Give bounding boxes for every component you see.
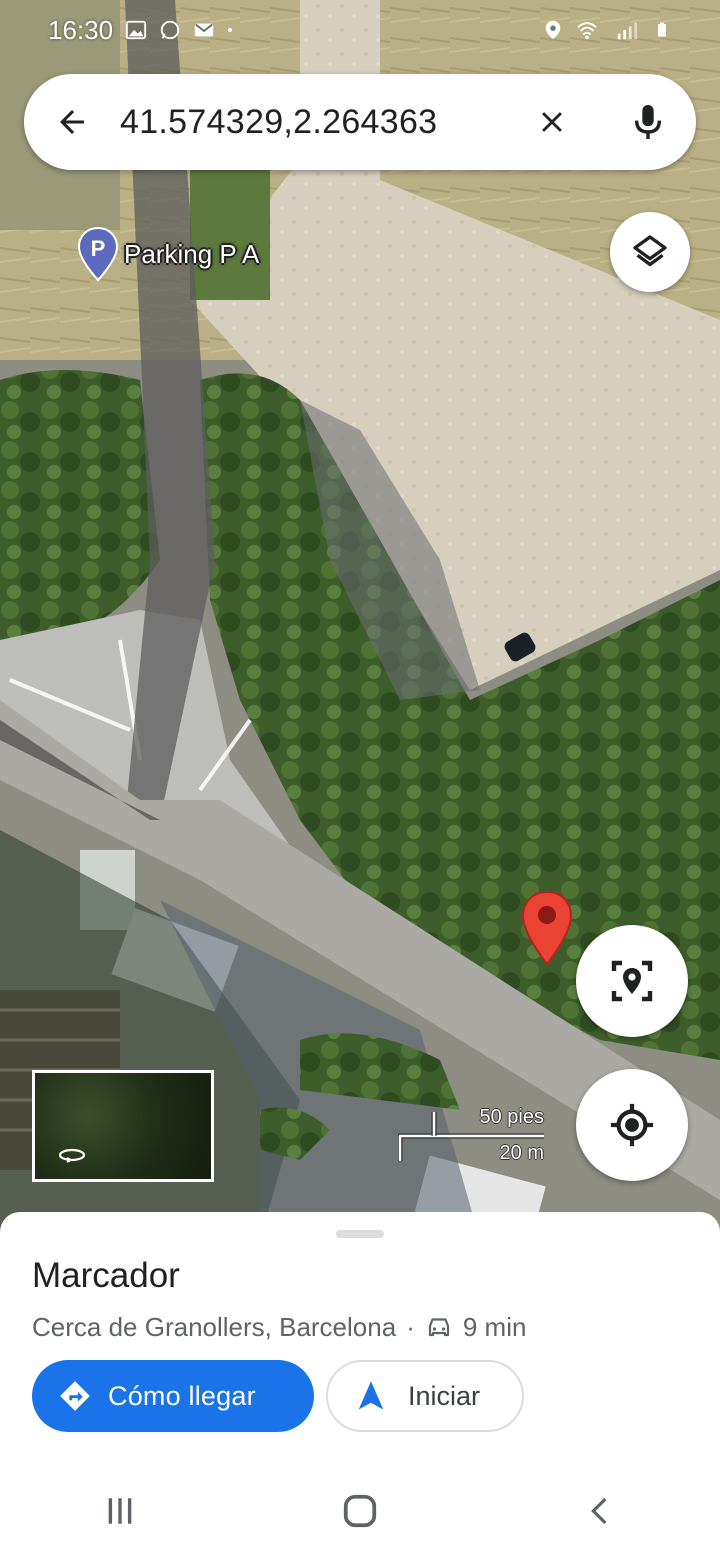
pin-location-icon bbox=[611, 960, 653, 1002]
signal-icon bbox=[617, 22, 638, 40]
satellite-map[interactable] bbox=[0, 0, 720, 1240]
pin-location-button[interactable] bbox=[576, 925, 688, 1037]
travel-time: 9 min bbox=[462, 1312, 527, 1342]
home-button[interactable] bbox=[320, 1471, 400, 1551]
place-subtitle: Cerca de Granollers, Barcelona bbox=[32, 1312, 397, 1342]
wifi-icon bbox=[577, 22, 597, 40]
start-label: Iniciar bbox=[408, 1380, 481, 1411]
start-button[interactable]: Iniciar bbox=[326, 1360, 524, 1432]
parking-poi[interactable]: P Parking P A bbox=[76, 226, 259, 282]
my-location-button[interactable] bbox=[576, 1069, 688, 1181]
place-subtitle-row: Cerca de Granollers, Barcelona · 9 min bbox=[32, 1312, 526, 1343]
location-icon bbox=[545, 20, 561, 40]
clear-button[interactable] bbox=[504, 74, 600, 170]
place-title: Marcador bbox=[32, 1256, 180, 1295]
red-pin-icon bbox=[521, 890, 573, 966]
rotate-360-icon bbox=[58, 1148, 86, 1163]
gallery-icon bbox=[125, 20, 147, 40]
directions-button[interactable]: Cómo llegar bbox=[32, 1360, 314, 1432]
system-nav-bar bbox=[0, 1462, 720, 1560]
battery-icon bbox=[658, 22, 666, 37]
separator: · bbox=[406, 1312, 415, 1342]
microphone-icon bbox=[634, 105, 662, 139]
directions-icon bbox=[60, 1381, 90, 1411]
back-chevron-icon bbox=[591, 1497, 607, 1525]
sheet-drag-handle[interactable] bbox=[336, 1230, 384, 1238]
status-time: 16:30 bbox=[48, 14, 114, 45]
recents-icon bbox=[108, 1498, 132, 1524]
scale-imperial: 50 pies bbox=[479, 1106, 545, 1128]
search-bar[interactable]: 41.574329,2.264363 bbox=[24, 74, 696, 170]
voice-search-button[interactable] bbox=[600, 74, 696, 170]
layers-icon bbox=[633, 235, 667, 267]
map-scale: 50 pies 20 m bbox=[398, 1106, 548, 1166]
status-bar: 16:30 bbox=[0, 0, 720, 60]
back-nav-button[interactable] bbox=[560, 1471, 640, 1551]
scale-metric: 20 m bbox=[499, 1142, 544, 1164]
directions-label: Cómo llegar bbox=[108, 1380, 256, 1411]
search-input[interactable]: 41.574329,2.264363 bbox=[120, 103, 504, 142]
parking-pin-icon: P bbox=[77, 226, 119, 282]
car-icon bbox=[425, 1316, 453, 1340]
close-icon bbox=[542, 112, 562, 132]
navigation-arrow-icon bbox=[358, 1381, 384, 1410]
back-arrow-icon bbox=[60, 110, 84, 134]
my-location-icon bbox=[610, 1103, 654, 1147]
layers-button[interactable] bbox=[610, 212, 690, 292]
parking-label: Parking P A bbox=[124, 238, 260, 269]
email-icon bbox=[194, 23, 214, 37]
back-button[interactable] bbox=[24, 74, 120, 170]
place-bottom-sheet[interactable]: Marcador Cerca de Granollers, Barcelona … bbox=[0, 1212, 720, 1462]
street-view-thumbnail[interactable] bbox=[32, 1070, 214, 1182]
recents-button[interactable] bbox=[80, 1471, 160, 1551]
whatsapp-icon bbox=[160, 20, 180, 40]
parking-pin-letter: P bbox=[91, 236, 106, 261]
home-icon bbox=[343, 1494, 377, 1528]
dot-icon bbox=[228, 28, 233, 32]
